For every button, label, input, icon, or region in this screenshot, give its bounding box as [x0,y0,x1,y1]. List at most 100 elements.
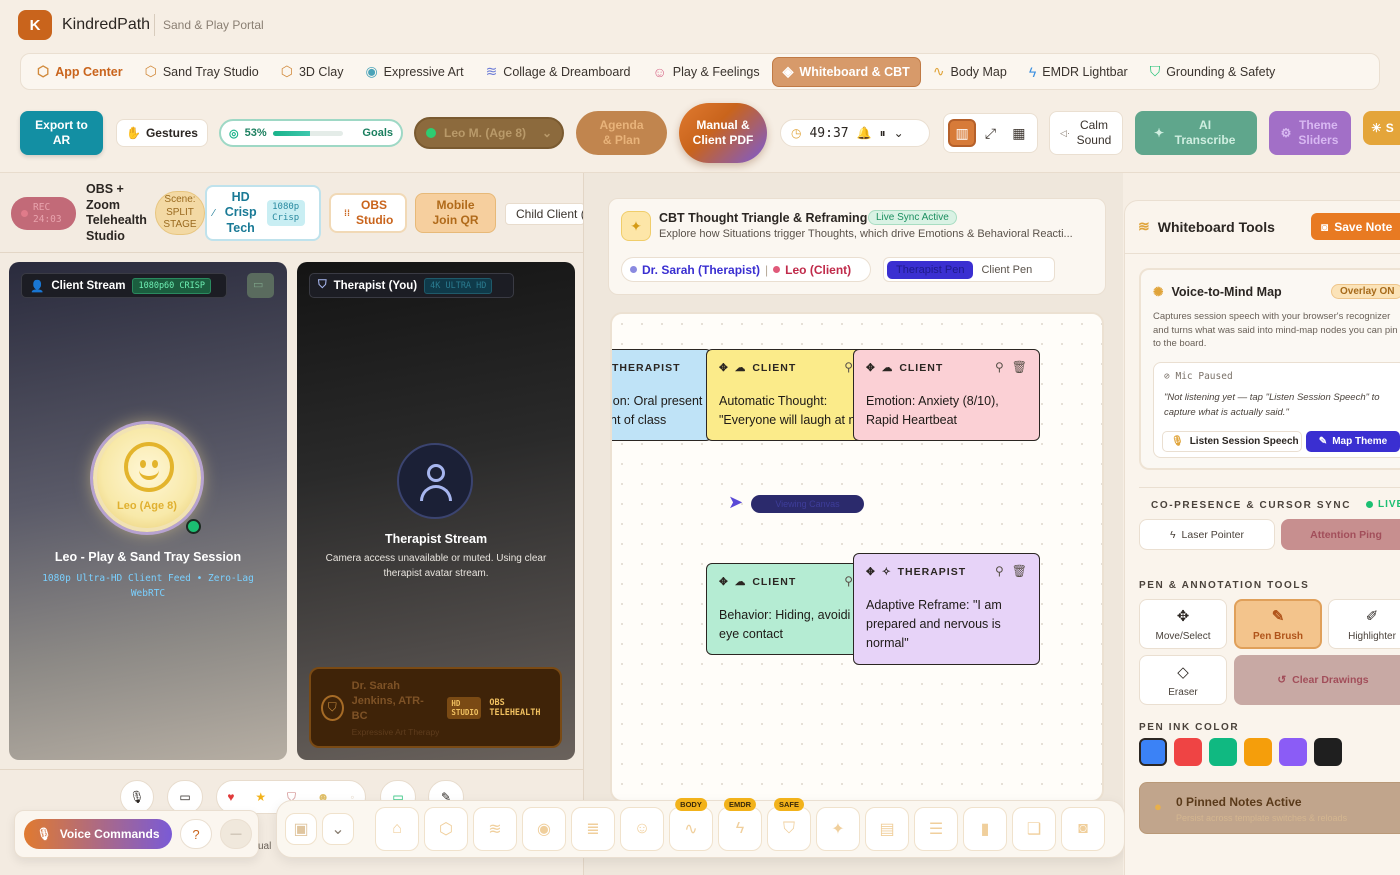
manual-pdf-button[interactable]: Manual & Client PDF [679,103,767,163]
client-select[interactable]: Leo M. (Age 8) ⌄ [414,117,564,149]
pinned-notes-card[interactable]: ● 0 Pinned Notes Active Persist across t… [1139,782,1400,834]
clear-drawings-button[interactable]: ↺ Clear Drawings [1234,655,1400,705]
voice-commands-button[interactable]: 🎙 Voice Commands [24,819,172,849]
dock-layers[interactable]: ≋ [473,807,517,851]
obs-studio-button[interactable]: ⁞⁞ OBS Studio [329,193,407,233]
stream-settings-button[interactable]: ▭ [247,273,274,298]
grid-view-button[interactable]: ▦ [1005,119,1033,147]
fullscreen-button[interactable]: ⤢ [976,119,1004,147]
v2m-title: ✺ Voice-to-Mind Map [1153,284,1282,300]
box-icon: ⬡ [144,63,157,79]
laser-pointer-button[interactable]: ϟ Laser Pointer [1139,519,1275,550]
export-to-ar-button[interactable]: Export to AR [20,111,103,155]
clock-icon: ◷ [791,126,802,140]
ink-swatch-amber[interactable] [1244,738,1272,766]
nav-collage-dreamboard[interactable]: ≋ Collage & Dreamboard [476,57,641,87]
dock-charts[interactable]: ▮ [963,807,1007,851]
bell-icon[interactable]: 🔔 [857,126,872,140]
dock-home[interactable]: ⌂ [375,807,419,851]
nav-emdr-lightbar[interactable]: ϟ EMDR Lightbar [1019,57,1138,87]
nav-3d-clay[interactable]: ⬡ 3D Clay [271,57,354,87]
dock-whiteboard[interactable]: ✦ [816,807,860,851]
ink-swatch-black[interactable] [1314,738,1342,766]
dock-sand-tray[interactable]: ⬡ [424,807,468,851]
hd-crisp-toggle[interactable]: ⁄ HD Crisp Tech 1080p Crisp [205,185,321,241]
nav-expressive-art[interactable]: ◉ Expressive Art [355,57,473,87]
pause-icon[interactable]: ⏸ [880,126,886,141]
cbt-note[interactable]: ✥ ✧ THERAPIST ⚲ 🗑 Adaptive Reframe: "I am p… [853,553,1040,665]
nav-app-center[interactable]: ⬡ App Center [27,57,133,87]
trash-icon[interactable]: 🗑 [1012,360,1027,374]
overlay-badge[interactable]: Overlay ON [1331,284,1400,299]
nav-body-map[interactable]: ∿ Body Map [923,57,1017,87]
nav-grounding-safety[interactable]: ⛉ Grounding & Safety [1140,57,1286,87]
camera-button[interactable]: ▭ [167,780,203,814]
dock-book[interactable]: ❑ [1012,807,1056,851]
cbt-note[interactable]: ✥ ☁ CLIENT ⚲ Automatic Thought: "Everyone … [706,349,866,441]
pin-icon[interactable]: ⚲ [995,564,1004,578]
heart-icon[interactable]: ♥ [227,790,234,804]
ink-swatch-green[interactable] [1209,738,1237,766]
client-stream-card[interactable]: 👤 Client Stream 1080p60 CRISP ▭ Leo (Age… [9,262,287,760]
split-view-button[interactable]: ▥ [948,119,977,147]
dock-checklist[interactable]: ☰ [914,807,958,851]
scene-badge[interactable]: Scene: SPLIT STAGE [155,191,205,235]
mic-button[interactable]: 🎙 [120,780,154,814]
help-button[interactable]: ? [180,819,212,849]
goals-progress[interactable]: ◎ 53% Goals [219,119,403,147]
tool-label: Eraser [1168,686,1198,698]
rec-indicator[interactable]: REC 24:03 [11,197,76,230]
eraser-tool[interactable]: ◇ Eraser [1139,655,1227,705]
listen-speech-button[interactable]: 🎙 Listen Session Speech [1162,431,1302,452]
highlighter-tool[interactable]: ✐ Highlighter [1328,599,1400,649]
dock-camera[interactable]: ◙ [1061,807,1105,851]
therapist-stream-card[interactable]: ⛉ Therapist (You) 4K ULTRA HD Therapist … [297,262,575,760]
stream-quality-badge: 4K ULTRA HD [424,277,493,294]
pin-icon[interactable]: ⚲ [995,360,1004,374]
client-pen-tab[interactable]: Client Pen [981,264,1032,276]
therapist-pen-tab[interactable]: Therapist Pen [887,260,974,279]
calm-label: Calm Sound [1076,118,1112,147]
session-timer[interactable]: ◷ 49:37 🔔 ⏸ ⌄ [780,119,930,147]
save-note-button[interactable]: ◙ Save Note [1311,213,1400,240]
move-select-tool[interactable]: ✥ Move/Select [1139,599,1227,649]
ink-swatch-purple[interactable] [1279,738,1307,766]
rec-label: REC [33,201,51,213]
dock-safety[interactable]: SAFE ⛉ [767,798,811,851]
dock-art[interactable]: ◉ [522,807,566,851]
dock-layout-button[interactable]: ▣ [285,813,317,845]
calm-sound-button[interactable]: ◁· Calm Sound [1049,111,1123,155]
minimize-button[interactable]: — [220,819,252,849]
agenda-plan-button[interactable]: Agenda & Plan [576,111,667,155]
nav-play-feelings[interactable]: ☺ Play & Feelings [642,57,769,87]
nav-sand-tray-studio[interactable]: ⬡ Sand Tray Studio [135,57,269,87]
dock-emdr[interactable]: EMDR ϟ [718,798,762,851]
ink-swatch-red[interactable] [1174,738,1202,766]
theme-sliders-button[interactable]: ⚙ Theme Sliders [1269,111,1351,155]
dock-body-map[interactable]: BODY ∿ [669,798,713,851]
dock-collapse-button[interactable]: ⌄ [322,813,354,845]
cbt-note[interactable]: ✥ ☁ CLIENT ⚲ 🗑 Emotion: Anxiety (8/10), Rap… [853,349,1040,441]
whiteboard-canvas[interactable]: THERAPIST ion: Oral present nt of class … [610,312,1104,802]
star-icon[interactable]: ★ [255,790,266,804]
attention-ping-button[interactable]: Attention Ping [1281,519,1400,550]
cbt-note[interactable]: ✥ ☁ CLIENT ⚲ Behavior: Hiding, avoidi eye … [706,563,866,655]
pin-icon[interactable]: ⚲ [844,360,853,374]
map-theme-button[interactable]: ✎ Map Theme [1306,431,1400,452]
obs-telehealth-label: OBS TELEHEALTH [489,697,541,718]
dock-notes[interactable]: ▤ [865,807,909,851]
mobile-join-qr-button[interactable]: Mobile Join QR [415,193,496,233]
pen-brush-tool[interactable]: ✎ Pen Brush [1234,599,1322,649]
child-client-tab[interactable]: Child Client ( [505,203,585,225]
dock-feelings[interactable]: ☺ [620,807,664,851]
ink-swatch-blue[interactable] [1139,738,1167,766]
gestures-button[interactable]: ✋ Gestures [116,119,208,147]
dock-collage[interactable]: ≣ [571,807,615,851]
cbt-note[interactable]: THERAPIST ion: Oral present nt of class [612,349,712,441]
pin-icon[interactable]: ⚲ [844,574,853,588]
nav-whiteboard-cbt[interactable]: ◈ Whiteboard & CBT [771,56,921,87]
extra-toolbar-button[interactable]: ☀ S [1363,111,1400,145]
trash-icon[interactable]: 🗑 [1012,564,1027,578]
chevron-down-icon[interactable]: ⌄ [894,126,904,140]
ai-transcribe-button[interactable]: ✦ AI Transcribe [1135,111,1257,155]
